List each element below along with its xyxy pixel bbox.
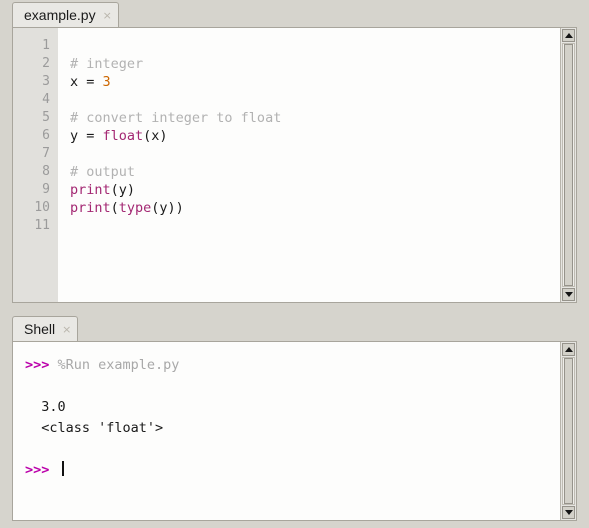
- line-number: 10: [34, 200, 50, 215]
- code-token-plain: (: [110, 200, 119, 216]
- tab-shell[interactable]: Shell ×: [12, 316, 79, 341]
- shell-output-text: <class 'float'>: [25, 420, 164, 436]
- triangle-down-glyph: [564, 292, 573, 297]
- code-line: # convert integer to float: [70, 109, 560, 127]
- code-token-builtin: print: [70, 200, 111, 216]
- code-text-area[interactable]: # integer x = 3 # convert integer to floa…: [58, 28, 560, 302]
- code-token-plain: y =: [70, 128, 103, 144]
- line-number: 6: [42, 128, 50, 143]
- shell-scroll-thumb[interactable]: [564, 358, 573, 504]
- code-token-plain: x =: [70, 74, 103, 90]
- code-token-plain: (y)): [151, 200, 184, 216]
- scroll-up-arrow-icon[interactable]: [562, 343, 575, 356]
- line-number: 9: [42, 182, 50, 197]
- code-line: # integer: [70, 55, 560, 73]
- triangle-down-glyph: [564, 510, 573, 515]
- shell-output-text: 3.0: [25, 399, 66, 415]
- code-token-comment: # output: [70, 164, 136, 180]
- editor-scroll-trough[interactable]: [562, 43, 575, 287]
- close-icon[interactable]: ×: [62, 324, 71, 335]
- editor-body[interactable]: 1 2 3 4 5 6 7 8 9 10 11 # integer x = 3 # convert i…: [13, 28, 560, 302]
- line-number: 8: [42, 164, 50, 179]
- shell-scroll-trough[interactable]: [562, 357, 575, 505]
- code-line: print(type(y)): [70, 199, 560, 217]
- line-number: 3: [42, 74, 50, 89]
- scroll-down-arrow-icon[interactable]: [562, 506, 575, 519]
- tab-example-py[interactable]: example.py ×: [12, 2, 119, 27]
- code-token-comment: # integer: [70, 56, 144, 72]
- shell-line: <class 'float'>: [25, 418, 560, 439]
- line-number-gutter: 1 2 3 4 5 6 7 8 9 10 11: [13, 28, 58, 302]
- scroll-up-arrow-icon[interactable]: [562, 29, 575, 42]
- shell-panel: >>> %Run example.py 3.0 <class 'float'> …: [12, 341, 577, 521]
- code-token-comment: # convert integer to float: [70, 110, 282, 126]
- line-number: 4: [42, 92, 50, 107]
- triangle-up-glyph: [564, 347, 573, 352]
- shell-output-area[interactable]: >>> %Run example.py 3.0 <class 'float'> …: [13, 342, 560, 520]
- shell-vertical-scrollbar[interactable]: [560, 342, 576, 520]
- text-cursor: [61, 461, 64, 476]
- code-token-builtin: print: [70, 182, 111, 198]
- shell-prompt-text: >>>: [25, 462, 58, 478]
- line-number: 7: [42, 146, 50, 161]
- shell-line: >>>: [25, 460, 560, 481]
- editor-scroll-thumb[interactable]: [564, 44, 573, 286]
- editor-tab-strip: example.py ×: [12, 0, 577, 27]
- scroll-down-arrow-icon[interactable]: [562, 288, 575, 301]
- editor-panel: 1 2 3 4 5 6 7 8 9 10 11 # integer x = 3 # convert i…: [12, 27, 577, 303]
- code-line: # output: [70, 163, 560, 181]
- code-line: y = float(x): [70, 127, 560, 145]
- shell-prompt-text: >>>: [25, 357, 58, 373]
- shell-line: 3.0: [25, 397, 560, 418]
- code-line: print(y): [70, 181, 560, 199]
- line-number: 2: [42, 56, 50, 71]
- editor-vertical-scrollbar[interactable]: [560, 28, 576, 302]
- triangle-up-glyph: [564, 33, 573, 38]
- shell-command-text: %Run example.py: [57, 357, 180, 373]
- code-line: x = 3: [70, 73, 560, 91]
- line-number: 11: [34, 218, 50, 233]
- code-token-plain: (y): [110, 182, 136, 198]
- close-icon[interactable]: ×: [103, 10, 112, 21]
- shell-tab-strip: Shell ×: [12, 314, 577, 341]
- shell-line: >>> %Run example.py: [25, 355, 560, 376]
- code-token-number: 3: [102, 74, 111, 90]
- tab-shell-label: Shell: [24, 321, 56, 337]
- line-number: 5: [42, 110, 50, 125]
- code-token-builtin: type: [118, 200, 152, 216]
- code-token-builtin: float: [102, 128, 144, 144]
- line-number: 1: [42, 38, 50, 53]
- code-token-plain: (x): [143, 128, 168, 144]
- tab-example-py-label: example.py: [24, 7, 96, 23]
